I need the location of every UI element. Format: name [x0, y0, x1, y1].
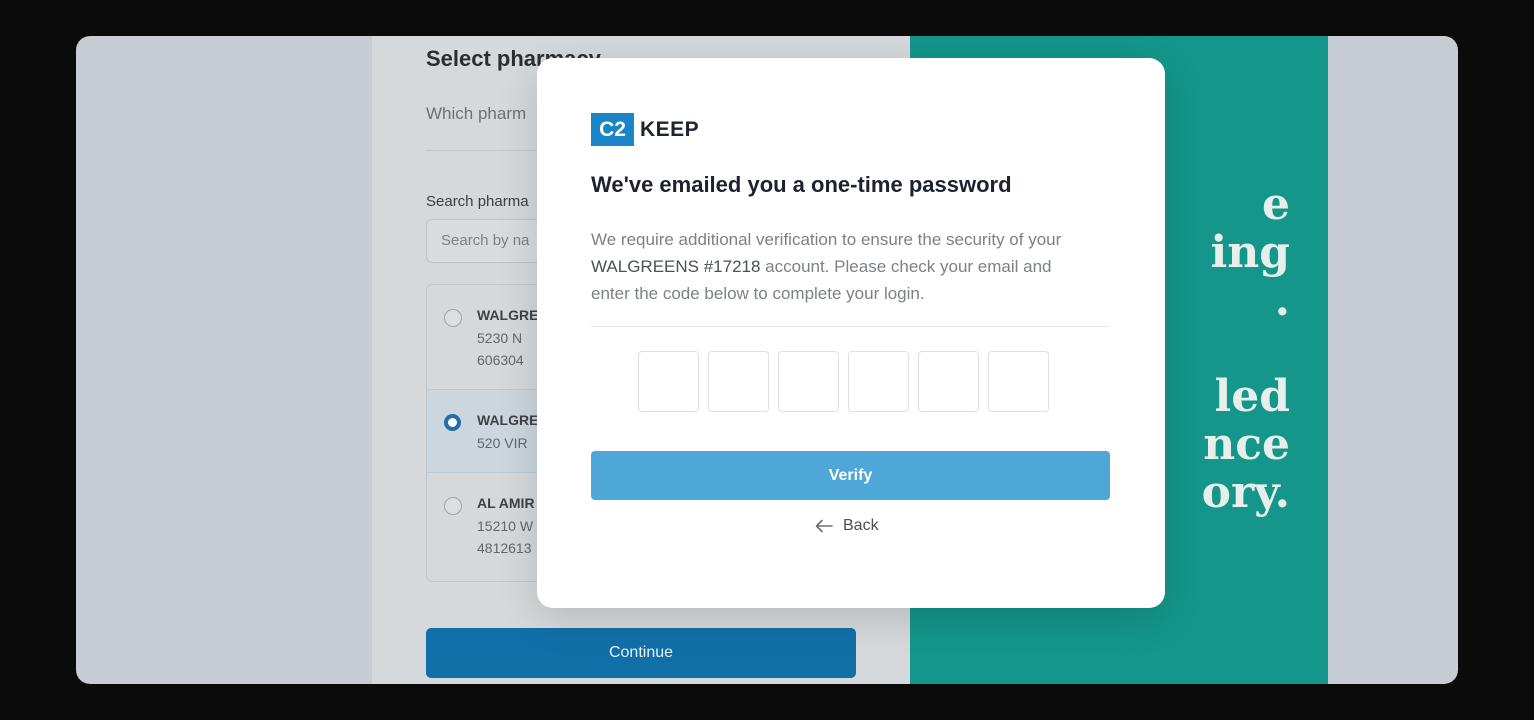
back-label: Back [843, 517, 879, 534]
otp-digit-6[interactable] [988, 351, 1049, 412]
verify-button[interactable]: Verify [591, 451, 1110, 500]
search-placeholder: Search by na [441, 232, 530, 249]
arrow-left-icon [815, 519, 833, 533]
back-link[interactable]: Back [815, 517, 879, 535]
account-name: WALGREENS #17218 [591, 257, 761, 276]
pharmacy-address: 520 VIR [477, 435, 528, 451]
radio-button[interactable] [444, 497, 462, 515]
otp-digit-5[interactable] [918, 351, 979, 412]
otp-digit-3[interactable] [778, 351, 839, 412]
pharmacy-name: WALGRE [477, 412, 539, 428]
logo-mark: C2 [591, 113, 634, 146]
radio-button[interactable] [444, 309, 462, 327]
otp-modal: C2 KEEP We've emailed you a one-time pas… [537, 58, 1165, 608]
logo: C2 KEEP [591, 113, 699, 146]
otp-digit-2[interactable] [708, 351, 769, 412]
otp-input-group [638, 351, 1049, 412]
logo-wordmark: KEEP [640, 117, 700, 141]
pharmacy-address: 15210 W [477, 518, 534, 534]
otp-digit-4[interactable] [848, 351, 909, 412]
pharmacy-zip: 606304 [477, 352, 524, 368]
desc-text-before: We require additional verification to en… [591, 230, 1062, 249]
page-subtitle: Which pharm [426, 104, 527, 123]
search-label: Search pharma [426, 193, 529, 210]
pharmacy-name: WALGRE [477, 307, 539, 323]
divider [591, 326, 1110, 327]
radio-button-selected[interactable] [444, 414, 461, 431]
continue-button[interactable]: Continue [426, 628, 856, 678]
pharmacy-address: 5230 N [477, 330, 523, 346]
pharmacy-name: AL AMIR [477, 495, 535, 511]
pharmacy-zip: 4812613 [477, 540, 532, 556]
modal-description: We require additional verification to en… [591, 226, 1091, 307]
modal-title: We've emailed you a one-time password [591, 172, 1012, 197]
otp-digit-1[interactable] [638, 351, 699, 412]
